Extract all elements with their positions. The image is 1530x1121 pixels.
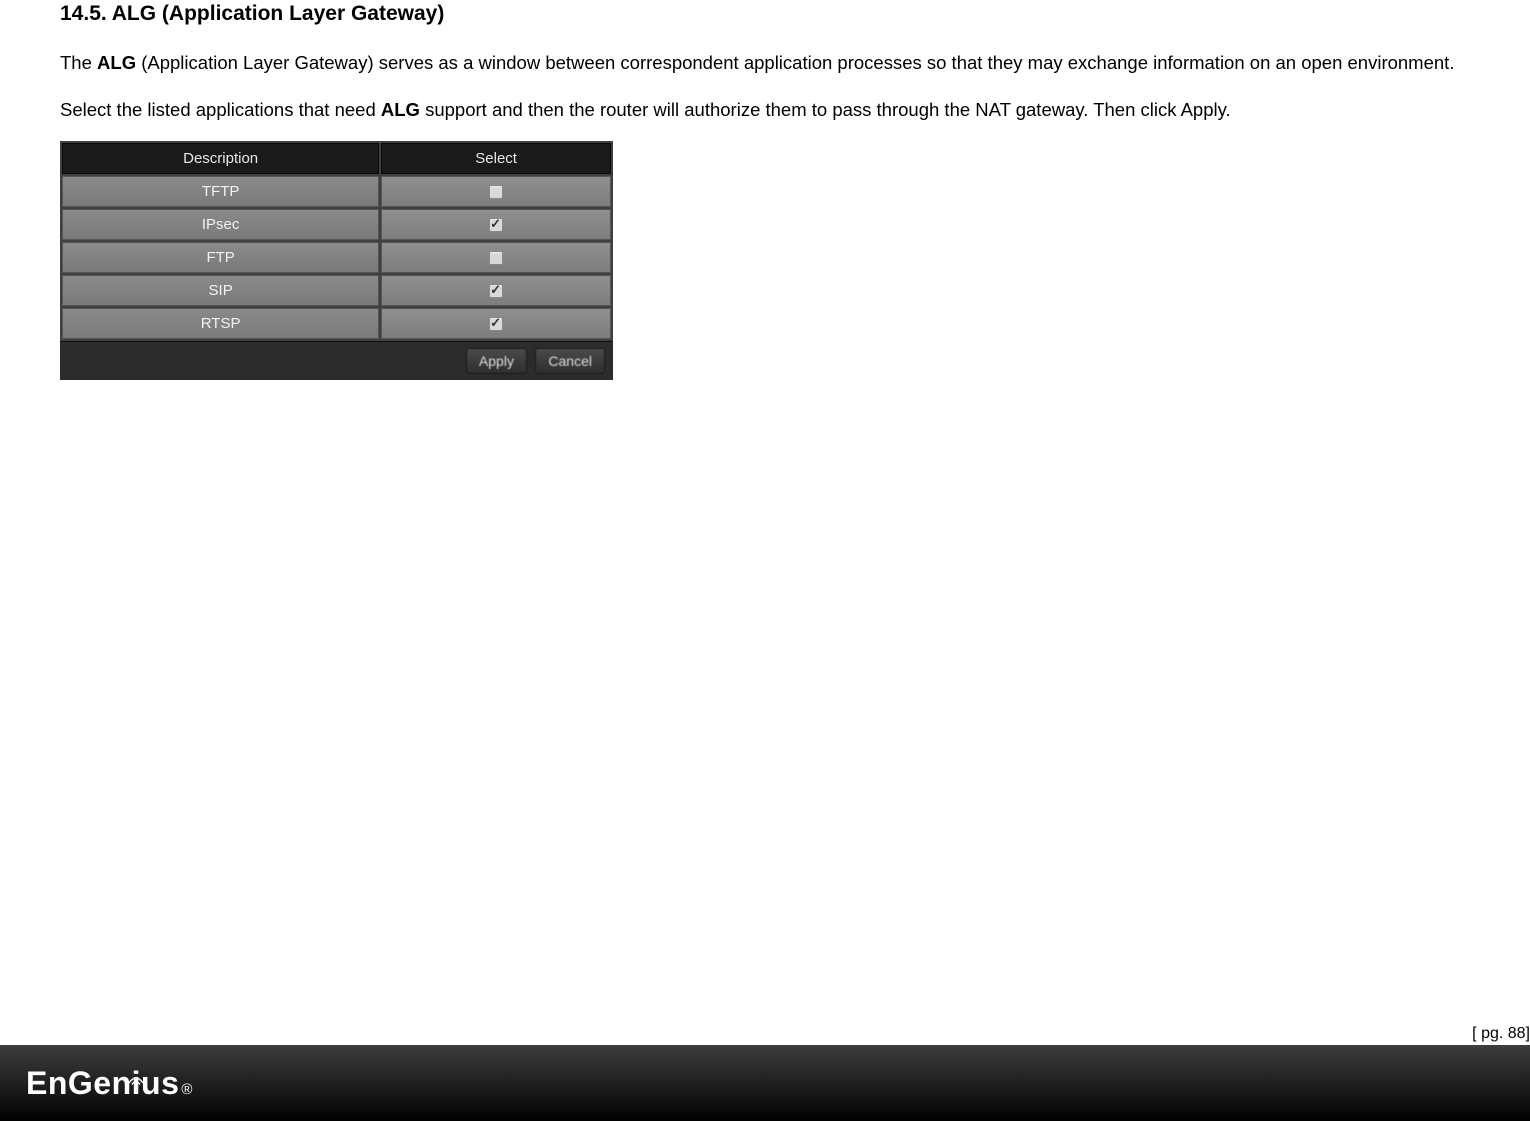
para2-bold: ALG (381, 99, 420, 120)
table-row: IPsec (62, 209, 611, 240)
apply-button[interactable]: Apply (466, 348, 527, 374)
button-bar: Apply Cancel (60, 341, 613, 380)
table-row: TFTP (62, 176, 611, 207)
wifi-icon (128, 1057, 144, 1094)
para1-lead: The (60, 52, 97, 73)
checkbox-tftp[interactable] (489, 185, 503, 199)
row-description: RTSP (62, 308, 379, 339)
brand-logo: EnGenius ® (26, 1065, 192, 1102)
section-heading: 14.5. ALG (Application Layer Gateway) (60, 2, 1470, 26)
checkbox-sip[interactable] (489, 284, 503, 298)
row-description: TFTP (62, 176, 379, 207)
row-description: IPsec (62, 209, 379, 240)
checkbox-ipsec[interactable] (489, 218, 503, 232)
page-number: [ pg. 88] (1472, 1025, 1530, 1043)
registered-icon: ® (181, 1081, 192, 1098)
footer-bar: EnGenius ® (0, 1045, 1530, 1121)
brand-text: EnGenius (26, 1065, 179, 1102)
checkbox-ftp[interactable] (489, 251, 503, 265)
col-header-select: Select (381, 143, 611, 174)
para1-mid: (Application Layer Gateway) serves as a … (136, 52, 1454, 73)
checkbox-rtsp[interactable] (489, 317, 503, 331)
col-header-description: Description (62, 143, 379, 174)
table-row: RTSP (62, 308, 611, 339)
row-select-cell (381, 176, 611, 207)
cancel-button[interactable]: Cancel (535, 348, 605, 374)
row-description: FTP (62, 242, 379, 273)
para1-bold: ALG (97, 52, 136, 73)
table-row: SIP (62, 275, 611, 306)
para2-tail: support and then the router will authori… (420, 99, 1231, 120)
alg-panel: Description Select TFTP IPsec (60, 141, 613, 380)
intro-paragraph-1: The ALG (Application Layer Gateway) serv… (60, 48, 1470, 79)
row-select-cell (381, 242, 611, 273)
row-select-cell (381, 308, 611, 339)
row-select-cell (381, 209, 611, 240)
row-description: SIP (62, 275, 379, 306)
alg-table: Description Select TFTP IPsec (60, 141, 613, 341)
para2-lead: Select the listed applications that need (60, 99, 381, 120)
intro-paragraph-2: Select the listed applications that need… (60, 95, 1470, 126)
page-footer: [ pg. 88] EnGenius ® (0, 1045, 1530, 1121)
row-select-cell (381, 275, 611, 306)
table-row: FTP (62, 242, 611, 273)
